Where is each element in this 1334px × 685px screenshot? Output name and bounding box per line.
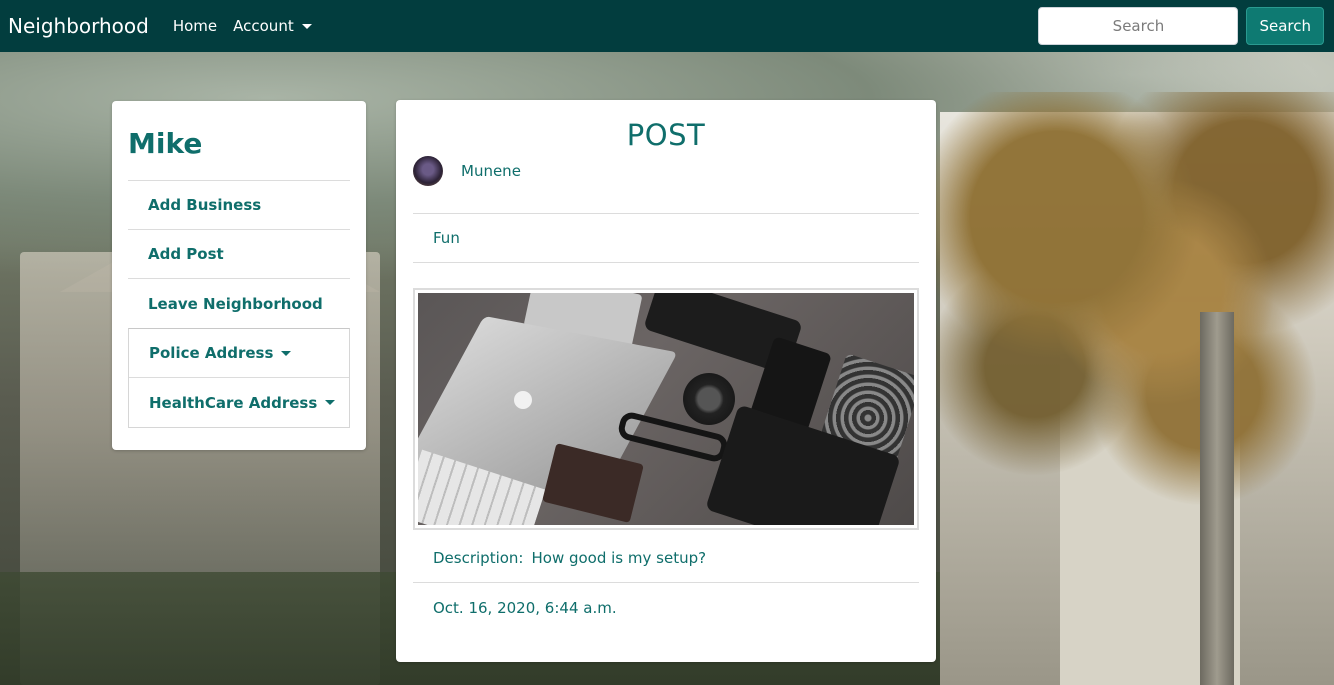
author-row: Munene bbox=[413, 156, 919, 186]
post-description: Description: How good is my setup? bbox=[413, 534, 919, 583]
sidebar-item-add-post[interactable]: Add Post bbox=[128, 230, 350, 279]
description-label: Description: bbox=[433, 549, 524, 567]
nav-account-label: Account bbox=[233, 17, 294, 35]
description-text: How good is my setup? bbox=[531, 549, 707, 567]
chevron-down-icon bbox=[301, 23, 312, 29]
post-category: Fun bbox=[413, 214, 919, 263]
police-address-label: Police Address bbox=[149, 344, 274, 362]
search-button[interactable]: Search bbox=[1246, 7, 1324, 45]
post-date: Oct. 16, 2020, 6:44 a.m. bbox=[433, 598, 617, 617]
author-name[interactable]: Munene bbox=[461, 162, 521, 180]
avatar bbox=[413, 156, 443, 186]
post-image bbox=[418, 293, 914, 525]
nav-home-link[interactable]: Home bbox=[173, 17, 217, 35]
chevron-down-icon bbox=[325, 400, 336, 405]
nav-account-dropdown[interactable]: Account bbox=[233, 17, 312, 35]
sidebar-item-leave-neighborhood[interactable]: Leave Neighborhood bbox=[128, 279, 350, 328]
sidebar-menu: Add Business Add Post Leave Neighborhood bbox=[128, 180, 350, 328]
search-form: Search bbox=[1038, 7, 1324, 45]
profile-name: Mike bbox=[128, 127, 203, 160]
healthcare-address-dropdown[interactable]: HealthCare Address bbox=[129, 378, 349, 427]
chevron-down-icon bbox=[281, 350, 292, 356]
brand-link[interactable]: Neighborhood bbox=[8, 14, 149, 38]
healthcare-address-label: HealthCare Address bbox=[149, 393, 318, 412]
sidebar-dropdown-group: Police Address HealthCare Address bbox=[128, 328, 350, 428]
profile-sidebar-card: Mike Add Business Add Post Leave Neighbo… bbox=[112, 101, 366, 450]
sidebar-item-add-business[interactable]: Add Business bbox=[128, 181, 350, 230]
police-address-dropdown[interactable]: Police Address bbox=[129, 329, 349, 378]
top-navbar: Neighborhood Home Account Search bbox=[0, 0, 1334, 52]
post-card: POST Munene Fun Description: How good is… bbox=[396, 100, 936, 662]
post-image-frame bbox=[413, 288, 919, 530]
post-heading: POST bbox=[626, 118, 706, 152]
nav-home-label: Home bbox=[172, 17, 218, 35]
search-input[interactable] bbox=[1038, 7, 1239, 45]
